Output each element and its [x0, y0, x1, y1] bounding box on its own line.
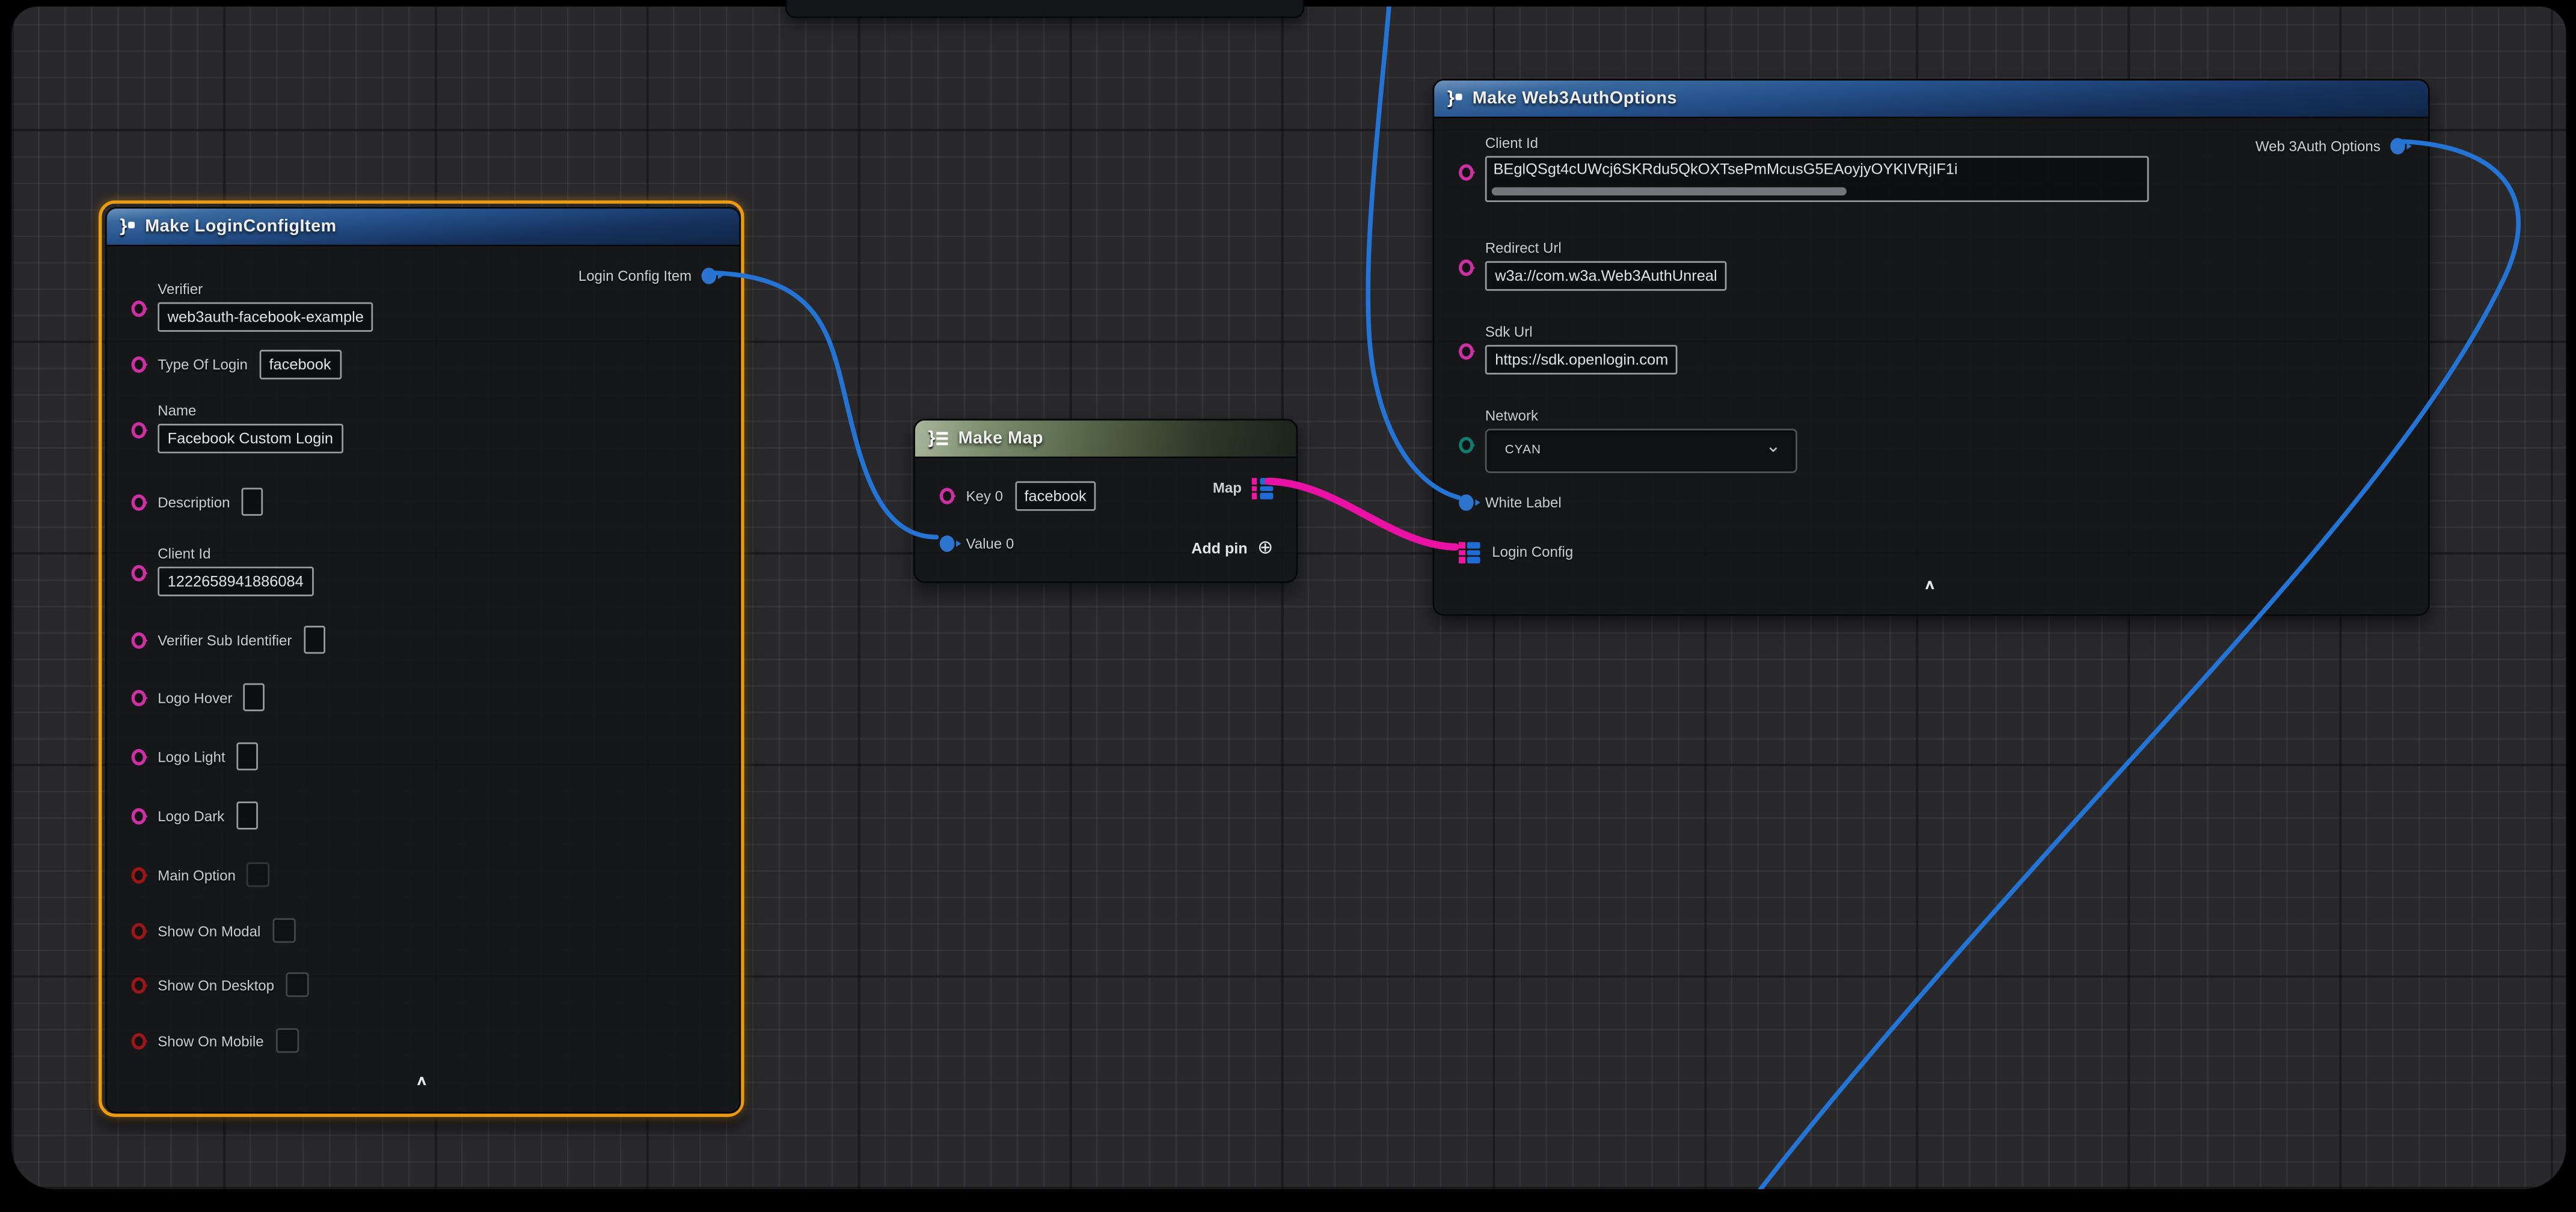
client-id-input[interactable]: 1222658941886084 [158, 567, 313, 596]
type-of-login-input[interactable]: facebook [259, 350, 341, 379]
pin-redirect-url[interactable] [1459, 260, 1474, 276]
pin-logo-light[interactable] [132, 748, 147, 764]
output-label: Login Config Item [578, 268, 692, 284]
pin-logo-hover[interactable] [132, 689, 147, 705]
show-on-mobile-checkbox[interactable] [275, 1028, 298, 1053]
pin-label-logo-light: Logo Light [158, 748, 225, 764]
description-input[interactable] [242, 488, 263, 515]
logo-dark-input[interactable] [236, 801, 257, 829]
pin-label-logo-dark: Logo Dark [158, 807, 224, 824]
node-header[interactable]: } Make Map [915, 420, 1296, 458]
pin-label-verifier: Verifier [158, 281, 203, 297]
pin-label-client-id: Client Id [158, 545, 210, 562]
pin-label-name: Name [158, 402, 196, 418]
make-map-icon: } [928, 430, 949, 447]
node-make-map[interactable]: } Make Map Key 0 facebook Map Value 0 [913, 419, 1298, 583]
pin-label-sdk-url: Sdk Url [1485, 323, 1533, 340]
add-pin-button[interactable]: Add pin [1191, 540, 1247, 557]
pin-description[interactable] [132, 494, 147, 510]
pin-verifier[interactable] [132, 301, 147, 317]
pin-label-network: Network [1485, 408, 1538, 424]
key0-input[interactable]: facebook [1014, 482, 1096, 511]
pin-sdk-url[interactable] [1459, 343, 1474, 360]
make-struct-icon: } [120, 218, 135, 234]
logo-hover-input[interactable] [244, 684, 266, 711]
client-id-scrollbar[interactable] [1492, 187, 1847, 195]
pin-value0[interactable] [940, 536, 955, 552]
main-option-checkbox[interactable] [247, 862, 270, 887]
pin-name[interactable] [132, 422, 147, 438]
pin-label-verifier-sub-identifier: Verifier Sub Identifier [158, 631, 292, 647]
pin-label-description: Description [158, 494, 230, 510]
node-header[interactable]: } Make LoginConfigItem [107, 209, 740, 246]
pin-label-white-label: White Label [1485, 494, 1562, 510]
pin-label-redirect-url: Redirect Url [1485, 240, 1562, 256]
verifier-sub-identifier-input[interactable] [304, 626, 325, 653]
client-id-text: BEglQSgt4cUWcj6SKRdu5QkOXTsePmMcusG5EAoy… [1493, 161, 2142, 177]
pin-logo-dark[interactable] [132, 807, 147, 824]
verifier-input[interactable]: web3auth-facebook-example [158, 302, 373, 332]
pin-login-config[interactable] [1459, 542, 1480, 563]
pin-label-login-config: Login Config [1492, 545, 1573, 561]
pin-client-id[interactable] [132, 565, 147, 581]
node-header[interactable]: } Make Web3AuthOptions [1434, 81, 2428, 118]
pin-white-label[interactable] [1459, 494, 1474, 510]
pin-label-show-on-modal: Show On Modal [158, 922, 260, 938]
name-input[interactable]: Facebook Custom Login [158, 424, 343, 453]
offscreen-node-top[interactable] [785, 0, 1304, 18]
pin-network[interactable] [1459, 437, 1474, 453]
pin-label-show-on-desktop: Show On Desktop [158, 976, 274, 993]
pin-key0[interactable] [940, 488, 955, 504]
node-title: Make Map [958, 429, 1044, 448]
pin-label-value0: Value 0 [966, 536, 1014, 552]
collapse-node-icon[interactable]: ∧ [1924, 578, 1936, 593]
logo-light-input[interactable] [237, 742, 259, 770]
pin-label-logo-hover: Logo Hover [158, 689, 232, 705]
pin-client-id[interactable] [1459, 164, 1474, 180]
graph-canvas[interactable]: } Make LoginConfigItem Login Config Item… [11, 7, 2566, 1189]
pin-label-main-option: Main Option [158, 866, 236, 883]
pin-label-type-of-login: Type Of Login [158, 357, 248, 373]
collapse-node-icon[interactable]: ∧ [416, 1074, 428, 1089]
node-title: Make LoginConfigItem [145, 217, 337, 237]
chevron-down-icon: ⌄ [1765, 435, 1780, 457]
pin-label-show-on-mobile: Show On Mobile [158, 1032, 263, 1048]
sdk-url-input[interactable]: https://sdk.openlogin.com [1485, 345, 1678, 375]
pin-label-client-id: Client Id [1485, 135, 1538, 151]
pin-main-option[interactable] [132, 866, 147, 883]
selection-border: } Make LoginConfigItem Login Config Item… [99, 200, 744, 1117]
blueprint-editor: } Make LoginConfigItem Login Config Item… [0, 0, 2576, 1212]
client-id-input[interactable]: BEglQSgt4cUWcj6SKRdu5QkOXTsePmMcusG5EAoy… [1485, 156, 2149, 202]
node-title: Make Web3AuthOptions [1473, 89, 1677, 109]
pin-label-key0: Key 0 [966, 488, 1002, 504]
redirect-url-input[interactable]: w3a://com.w3a.Web3AuthUnreal [1485, 261, 1727, 290]
make-struct-icon: } [1447, 90, 1462, 106]
pin-show-on-desktop[interactable] [132, 976, 147, 993]
pin-login-config-item-output[interactable] [702, 268, 717, 284]
pin-type-of-login[interactable] [132, 357, 147, 373]
output-label: Web 3Auth Options [2256, 138, 2381, 154]
node-make-web3authoptions[interactable]: } Make Web3AuthOptions Web 3Auth Options… [1432, 79, 2429, 616]
add-pin-icon[interactable]: ⊕ [1257, 540, 1273, 557]
pin-show-on-modal[interactable] [132, 922, 147, 938]
pin-verifier-sub-identifier[interactable] [132, 631, 147, 647]
node-make-loginconfigitem[interactable]: } Make LoginConfigItem Login Config Item… [105, 207, 741, 1113]
show-on-desktop-checkbox[interactable] [286, 972, 308, 997]
show-on-modal-checkbox[interactable] [272, 918, 295, 943]
network-dropdown-value: CYAN [1505, 442, 1541, 457]
output-label-map: Map [1213, 480, 1242, 497]
network-dropdown[interactable]: CYAN ⌄ [1485, 429, 1797, 473]
pin-show-on-mobile[interactable] [132, 1032, 147, 1048]
